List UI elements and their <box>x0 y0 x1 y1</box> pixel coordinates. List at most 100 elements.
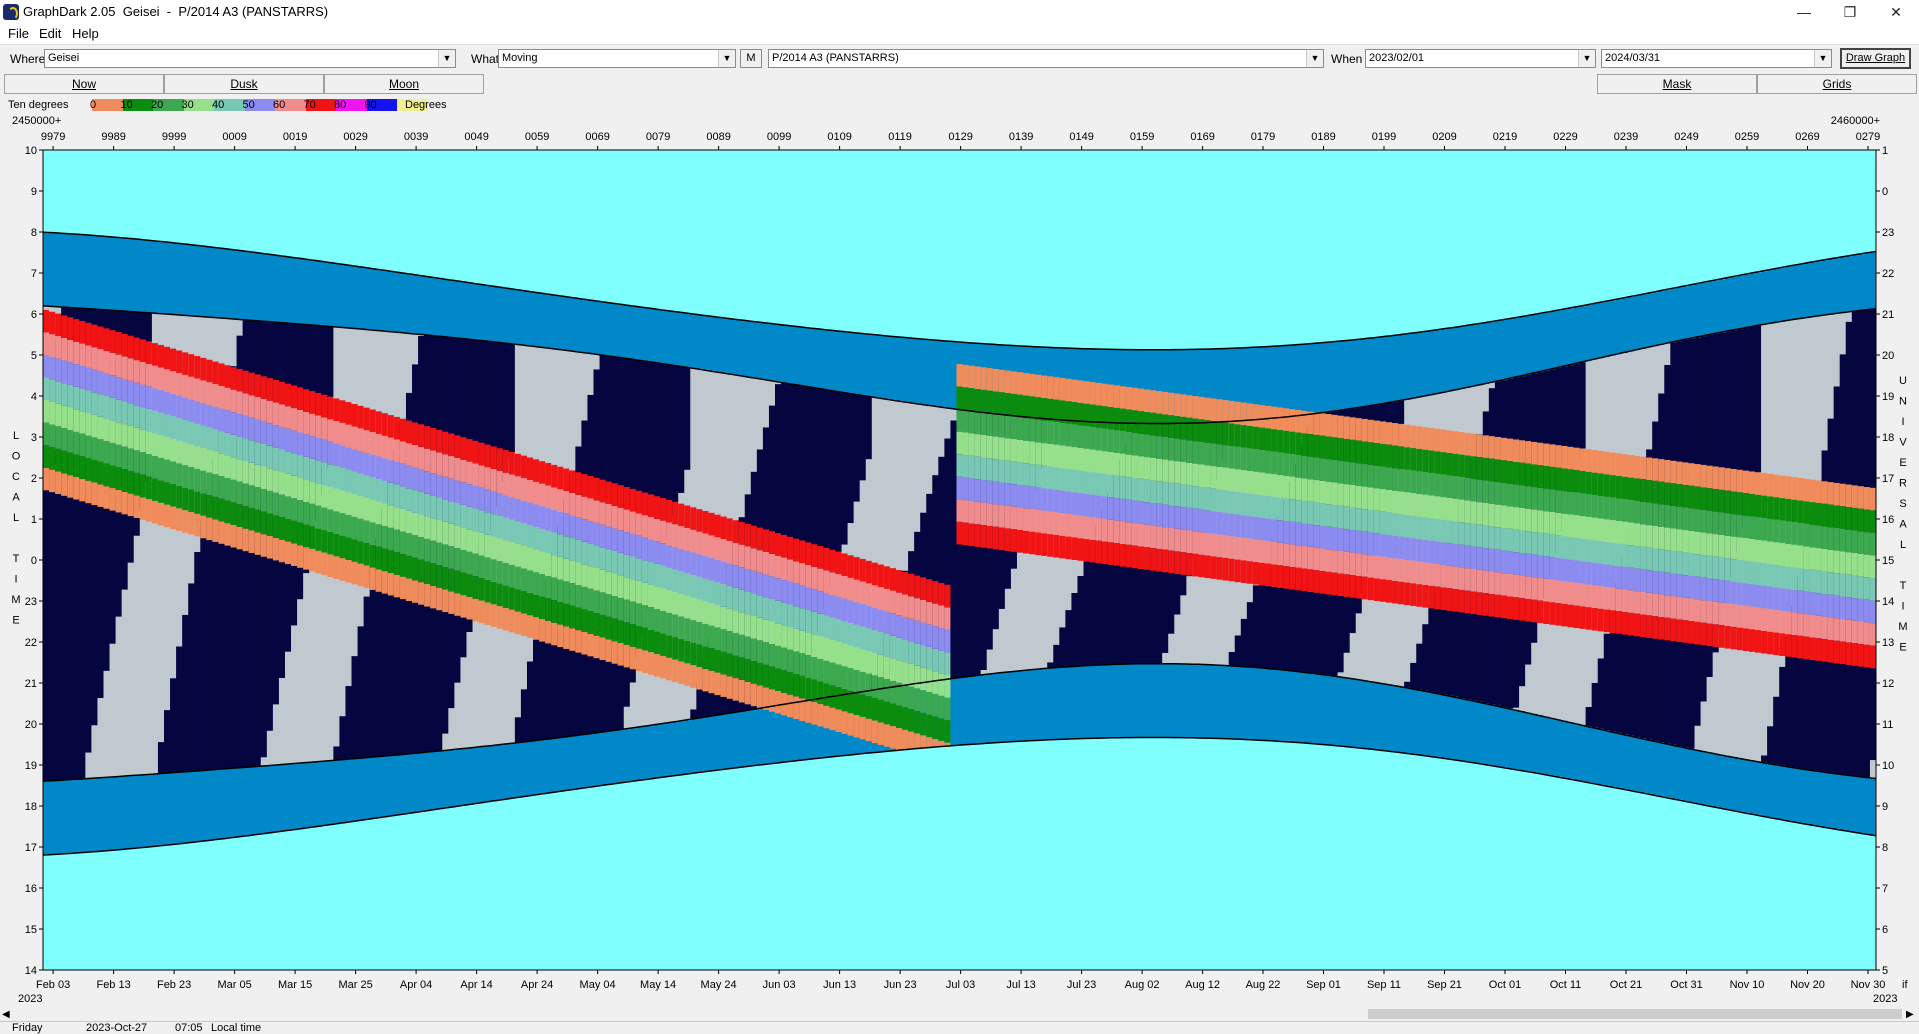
twilight-band <box>188 771 195 843</box>
altitude-band <box>539 528 546 552</box>
altitude-band <box>974 389 982 412</box>
altitude-band <box>557 489 564 512</box>
altitude-band <box>756 550 764 573</box>
altitude-band <box>393 552 401 575</box>
chevron-down-icon[interactable]: ▼ <box>438 50 455 67</box>
altitude-band <box>442 454 449 477</box>
start-date-select[interactable]: 2023/02/01 ▼ <box>1365 49 1596 68</box>
altitude-band <box>1573 537 1580 561</box>
altitude-band <box>569 492 576 516</box>
twilight-band <box>1525 315 1532 375</box>
altitude-band <box>1615 498 1623 522</box>
altitude-band <box>345 424 352 448</box>
twilight-band <box>1367 338 1375 407</box>
twilight-band <box>654 308 661 363</box>
altitude-band <box>593 522 600 546</box>
minimize-icon[interactable]: — <box>1781 0 1827 24</box>
altitude-band <box>817 658 824 682</box>
altitude-band <box>121 401 129 425</box>
moonlit-band <box>1658 344 1665 394</box>
altitude-band <box>345 469 352 493</box>
dusk-button[interactable]: Dusk <box>164 74 324 94</box>
where-select[interactable]: Geisei ▼ <box>44 49 456 68</box>
altitude-band <box>393 484 401 508</box>
moonlit-band <box>629 682 637 729</box>
altitude-band <box>895 637 903 661</box>
left-axis-tick-label: 2 <box>31 473 37 485</box>
chevron-down-icon[interactable]: ▼ <box>718 50 735 67</box>
what-select[interactable]: Moving ▼ <box>498 49 736 68</box>
altitude-band <box>641 650 649 673</box>
altitude-band <box>1851 598 1859 621</box>
end-date-select[interactable]: 2024/03/31 ▼ <box>1601 49 1832 68</box>
altitude-band <box>1567 469 1574 492</box>
altitude-band <box>1204 397 1211 421</box>
visibility-chart[interactable]: 2450000+ 2460000+ 9979 9989 9999 0009 0019 0029… <box>0 114 1919 1007</box>
twilight-band <box>672 722 679 776</box>
scroll-left-icon[interactable]: ◀ <box>2 1009 10 1020</box>
moon-button[interactable]: Moon <box>324 74 484 94</box>
altitude-band <box>278 494 286 518</box>
altitude-band <box>200 380 207 403</box>
mask-button[interactable]: Mask <box>1597 74 1757 94</box>
altitude-band <box>1797 635 1804 659</box>
twilight-band <box>1597 302 1605 359</box>
altitude-band <box>514 521 522 545</box>
altitude-band <box>212 429 219 452</box>
altitude-band <box>284 406 292 429</box>
legend-bar: Ten degrees 0 10 20 30 40 50 60 70 80 90 Degrees <box>0 96 1919 114</box>
menu-file[interactable]: File <box>8 26 29 41</box>
altitude-band <box>1736 582 1744 606</box>
twilight-band <box>1706 281 1714 335</box>
object-select[interactable]: P/2014 A3 (PANSTARRS) ▼ <box>768 49 1324 68</box>
altitude-band <box>490 581 498 605</box>
altitude-band <box>387 527 395 551</box>
restore-icon[interactable]: ❐ <box>1827 0 1873 24</box>
menu-help[interactable]: Help <box>72 26 99 41</box>
altitude-band <box>1634 523 1641 547</box>
twilight-band <box>224 768 231 839</box>
twilight-band <box>266 765 274 834</box>
dark-night-band <box>853 394 861 502</box>
altitude-band <box>49 356 56 380</box>
twilight-band <box>297 763 304 830</box>
altitude-band <box>1319 571 1326 594</box>
chart-svg[interactable]: 2450000+ 2460000+9979 9989 9999 0009 0019 0029… <box>0 114 1919 1007</box>
twilight-band <box>1519 711 1526 771</box>
altitude-band <box>103 350 110 374</box>
horizontal-scrollbar[interactable]: ◀ ▶ <box>0 1007 1919 1021</box>
altitude-band <box>1198 441 1205 465</box>
altitude-band <box>1513 484 1520 508</box>
twilight-band <box>472 747 479 804</box>
chevron-down-icon[interactable]: ▼ <box>1814 50 1831 67</box>
altitude-band <box>526 480 534 503</box>
altitude-band <box>1748 584 1756 607</box>
altitude-band <box>793 606 800 629</box>
close-icon[interactable]: ✕ <box>1873 0 1919 24</box>
altitude-band <box>956 476 963 500</box>
altitude-band <box>889 658 897 681</box>
draw-graph-button[interactable]: Draw Graph <box>1840 48 1911 69</box>
chevron-down-icon[interactable]: ▼ <box>1306 50 1323 67</box>
altitude-band <box>79 320 86 344</box>
twilight-band <box>1730 756 1738 811</box>
altitude-band <box>605 526 613 550</box>
menu-edit[interactable]: Edit <box>39 26 61 41</box>
altitude-band <box>502 495 510 518</box>
altitude-band <box>260 489 268 512</box>
scroll-right-icon[interactable]: ▶ <box>1906 1009 1914 1020</box>
end-date-value: 2024/03/31 <box>1605 52 1661 64</box>
altitude-band <box>1573 492 1580 516</box>
grids-button[interactable]: Grids <box>1757 74 1917 94</box>
scrollbar-thumb[interactable] <box>1368 1009 1902 1019</box>
altitude-band <box>1156 436 1163 459</box>
now-button[interactable]: Now <box>4 74 164 94</box>
twilight-band <box>466 748 473 805</box>
altitude-band <box>363 452 371 476</box>
altitude-band <box>762 619 770 643</box>
left-axis-tick-label: 7 <box>31 268 37 280</box>
altitude-band <box>405 578 413 601</box>
altitude-band <box>321 394 328 418</box>
m-button[interactable]: M <box>740 49 762 68</box>
chevron-down-icon[interactable]: ▼ <box>1578 50 1595 67</box>
